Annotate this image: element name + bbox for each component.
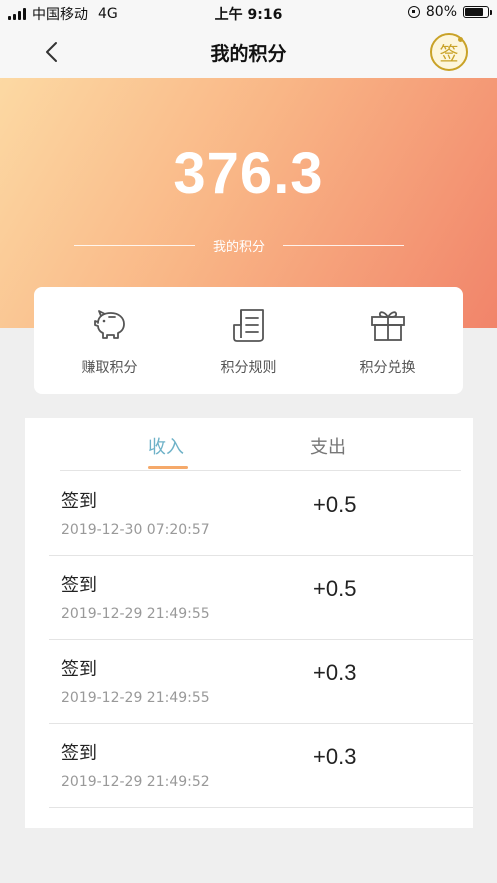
record-amount: +0.5 xyxy=(313,492,357,517)
tab-active-indicator xyxy=(148,466,188,469)
points-label: 我的积分 xyxy=(213,239,266,255)
sign-in-button[interactable]: 签 xyxy=(430,33,468,71)
nav-bar: 我的积分 签 xyxy=(0,26,497,78)
record-title: 签到 xyxy=(61,491,97,512)
record-time: 2019-12-29 21:49:55 xyxy=(61,606,210,622)
record-amount: +0.3 xyxy=(313,744,357,769)
points-label-row: 我的积分 xyxy=(74,235,405,255)
battery-icon xyxy=(463,6,492,18)
record-time: 2019-12-29 21:49:52 xyxy=(61,774,210,790)
divider-left xyxy=(74,244,195,246)
divider-right xyxy=(283,244,405,246)
action-card: 赚取积分 积分规则 积分兑换 xyxy=(34,287,463,394)
records-tabs: 收入 支出 xyxy=(60,418,461,471)
earn-points-button[interactable]: 赚取积分 xyxy=(50,287,170,394)
document-icon xyxy=(232,308,264,342)
sign-dot-icon xyxy=(458,37,463,42)
record-amount: +0.3 xyxy=(313,660,357,685)
status-right: 80% xyxy=(407,4,492,20)
record-amount: +0.5 xyxy=(313,576,357,601)
tab-expense[interactable]: 支出 xyxy=(310,433,346,459)
record-time: 2019-12-30 07:20:57 xyxy=(61,522,210,538)
gift-icon xyxy=(370,310,405,341)
battery-percent: 80% xyxy=(425,4,457,20)
page-title: 我的积分 xyxy=(210,43,287,65)
list-item[interactable]: 签到 2019-12-29 21:49:52 +0.3 xyxy=(49,724,473,808)
record-title: 签到 xyxy=(61,659,97,680)
points-rules-label: 积分规则 xyxy=(220,359,277,376)
piggy-bank-icon xyxy=(93,309,125,339)
record-title: 签到 xyxy=(61,575,97,596)
points-exchange-button[interactable]: 积分兑换 xyxy=(328,287,448,394)
points-exchange-label: 积分兑换 xyxy=(359,359,416,376)
record-title: 签到 xyxy=(61,743,97,764)
list-item[interactable]: 签到 2019-12-29 21:49:55 +0.5 xyxy=(49,556,473,640)
record-time: 2019-12-29 21:49:55 xyxy=(61,690,210,706)
rotation-lock-icon xyxy=(407,6,420,18)
records-panel: 收入 支出 签到 2019-12-30 07:20:57 +0.5 签到 201… xyxy=(25,418,473,828)
status-bar: 中国移动 4G 上午 9:16 80% xyxy=(0,0,497,26)
points-value: 376.3 xyxy=(173,141,324,206)
sign-in-label: 签 xyxy=(439,42,459,65)
tab-income[interactable]: 收入 xyxy=(148,433,184,459)
earn-points-label: 赚取积分 xyxy=(81,359,138,376)
list-item[interactable]: 签到 2019-12-30 07:20:57 +0.5 xyxy=(49,472,473,556)
points-rules-button[interactable]: 积分规则 xyxy=(189,287,309,394)
list-item[interactable]: 签到 2019-12-29 21:49:55 +0.3 xyxy=(49,640,473,724)
